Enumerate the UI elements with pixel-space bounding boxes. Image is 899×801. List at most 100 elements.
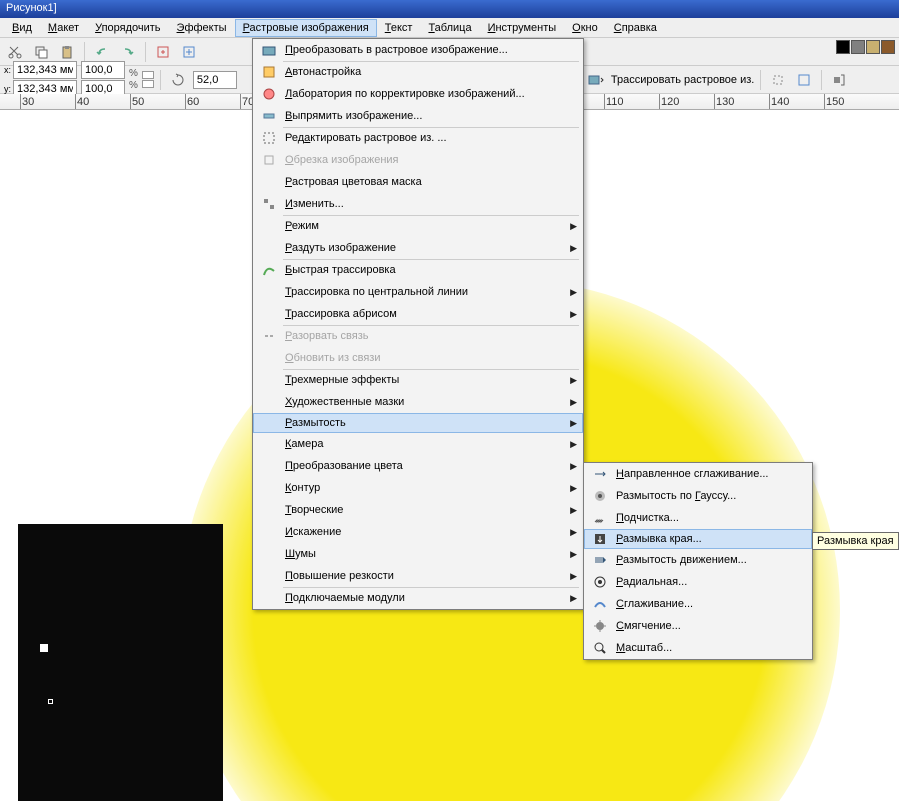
menu-item-label: Искажение <box>285 526 570 538</box>
menu-item[interactable]: Изменить... <box>253 193 583 215</box>
menu-item-label: Редактировать растровое из. ... <box>285 132 577 144</box>
separator <box>760 70 761 90</box>
ruler-label: 150 <box>826 96 844 108</box>
menu-item[interactable]: Текст <box>377 19 421 37</box>
color-swatch[interactable] <box>851 40 865 54</box>
menu-item-label: Растровая цветовая маска <box>285 176 577 188</box>
menu-item[interactable]: Лаборатория по корректировке изображений… <box>253 83 583 105</box>
gauss-icon <box>590 488 610 504</box>
submenu-item[interactable]: Направленное сглаживание... <box>584 463 812 485</box>
submenu-item[interactable]: Размытость движением... <box>584 549 812 571</box>
selection-handle[interactable] <box>40 644 48 652</box>
submenu-item[interactable]: Масштаб... <box>584 637 812 659</box>
menu-item[interactable]: Автонастройка <box>253 61 583 83</box>
menu-item[interactable]: Трехмерные эффекты▶ <box>253 369 583 391</box>
resample-icon[interactable] <box>793 69 815 91</box>
menu-item[interactable]: Художественные мазки▶ <box>253 391 583 413</box>
undo-icon[interactable] <box>91 41 113 63</box>
convert-icon <box>259 42 279 58</box>
menu-item[interactable]: Раздуть изображение▶ <box>253 237 583 259</box>
blank-icon <box>259 568 279 584</box>
menu-item[interactable]: Окно <box>564 19 606 37</box>
trace-label[interactable]: Трассировать растровое из. <box>611 74 754 86</box>
cut-icon[interactable] <box>4 41 26 63</box>
trace-icon <box>259 262 279 278</box>
crop-icon <box>259 152 279 168</box>
x-input[interactable] <box>13 61 77 79</box>
menu-item[interactable]: Контур▶ <box>253 477 583 499</box>
menu-item[interactable]: Подключаемые модули▶ <box>253 587 583 609</box>
ruler-label: 60 <box>187 96 199 108</box>
menu-item[interactable]: Эффекты <box>169 19 235 37</box>
ruler-label: 140 <box>771 96 789 108</box>
break-icon <box>259 328 279 344</box>
menu-item[interactable]: Повышение резкости▶ <box>253 565 583 587</box>
submenu-item[interactable]: Подчистка... <box>584 507 812 529</box>
blank-icon <box>259 284 279 300</box>
dir-icon <box>590 466 610 482</box>
export-icon[interactable] <box>178 41 200 63</box>
blank-icon <box>259 218 279 234</box>
selection-handle[interactable] <box>48 699 53 704</box>
menu-item[interactable]: Трассировка абрисом▶ <box>253 303 583 325</box>
trace-icon[interactable] <box>585 69 607 91</box>
color-swatch[interactable] <box>836 40 850 54</box>
menu-item[interactable]: Таблица <box>420 19 479 37</box>
smooth-icon <box>590 596 610 612</box>
blank-icon <box>259 458 279 474</box>
submenu-item[interactable]: Размывка края... <box>584 529 812 549</box>
menu-item[interactable]: Справка <box>606 19 665 37</box>
menu-item[interactable]: Упорядочить <box>87 19 168 37</box>
submenu-arrow-icon: ▶ <box>570 461 577 472</box>
submenu-item[interactable]: Радиальная... <box>584 571 812 593</box>
menu-item[interactable]: Преобразование цвета▶ <box>253 455 583 477</box>
menu-item[interactable]: Вид <box>4 19 40 37</box>
menu-item[interactable]: Быстрая трассировка <box>253 259 583 281</box>
menu-item[interactable]: Выпрямить изображение... <box>253 105 583 127</box>
submenu-arrow-icon: ▶ <box>570 527 577 538</box>
menu-item-label: Подключаемые модули <box>285 592 570 604</box>
submenu-item[interactable]: Размытость по Гауссу... <box>584 485 812 507</box>
menu-item[interactable]: Инструменты <box>480 19 565 37</box>
import-icon[interactable] <box>152 41 174 63</box>
edit-icon <box>259 130 279 146</box>
width-input[interactable] <box>81 61 125 79</box>
rotation-input[interactable] <box>193 71 237 89</box>
menu-item[interactable]: Размытость▶ <box>253 413 583 433</box>
menu-item-label: Разорвать связь <box>285 330 577 342</box>
menu-item[interactable]: Преобразовать в растровое изображение... <box>253 39 583 61</box>
menu-item[interactable]: Растровые изображения <box>235 19 377 37</box>
menu-item[interactable]: Искажение▶ <box>253 521 583 543</box>
auto-icon <box>259 64 279 80</box>
rotate-icon <box>167 69 189 91</box>
crop-icon[interactable] <box>767 69 789 91</box>
color-swatch[interactable] <box>866 40 880 54</box>
menu-item[interactable]: Растровая цветовая маска <box>253 171 583 193</box>
menu-item[interactable]: Шумы▶ <box>253 543 583 565</box>
submenu-item[interactable]: Смягчение... <box>584 615 812 637</box>
submenu-item[interactable]: Сглаживание... <box>584 593 812 615</box>
paste-icon[interactable] <box>56 41 78 63</box>
menu-item[interactable]: Камера▶ <box>253 433 583 455</box>
menu-item[interactable]: Трассировка по центральной линии▶ <box>253 281 583 303</box>
menu-item-label: Лаборатория по корректировке изображений… <box>285 88 577 100</box>
menu-item-label: Преобразовать в растровое изображение... <box>285 44 577 56</box>
blank-icon <box>259 546 279 562</box>
menu-item-label: Шумы <box>285 548 570 560</box>
blur-submenu: Направленное сглаживание...Размытость по… <box>583 462 813 660</box>
menu-item[interactable]: Режим▶ <box>253 215 583 237</box>
submenu-item-label: Сглаживание... <box>616 598 693 610</box>
menu-item[interactable]: Редактировать растровое из. ... <box>253 127 583 149</box>
redo-icon[interactable] <box>117 41 139 63</box>
wrap-icon[interactable] <box>828 69 850 91</box>
title-bar: Рисунок1] <box>0 0 899 18</box>
menu-item-label: Творческие <box>285 504 570 516</box>
menu-item[interactable]: Макет <box>40 19 87 37</box>
color-swatch[interactable] <box>881 40 895 54</box>
lock-aspect-icon[interactable] <box>142 71 154 88</box>
copy-icon[interactable] <box>30 41 52 63</box>
menu-item-label: Повышение резкости <box>285 570 570 582</box>
menu-item[interactable]: Творческие▶ <box>253 499 583 521</box>
menu-item: Обновить из связи <box>253 347 583 369</box>
submenu-arrow-icon: ▶ <box>570 571 577 582</box>
